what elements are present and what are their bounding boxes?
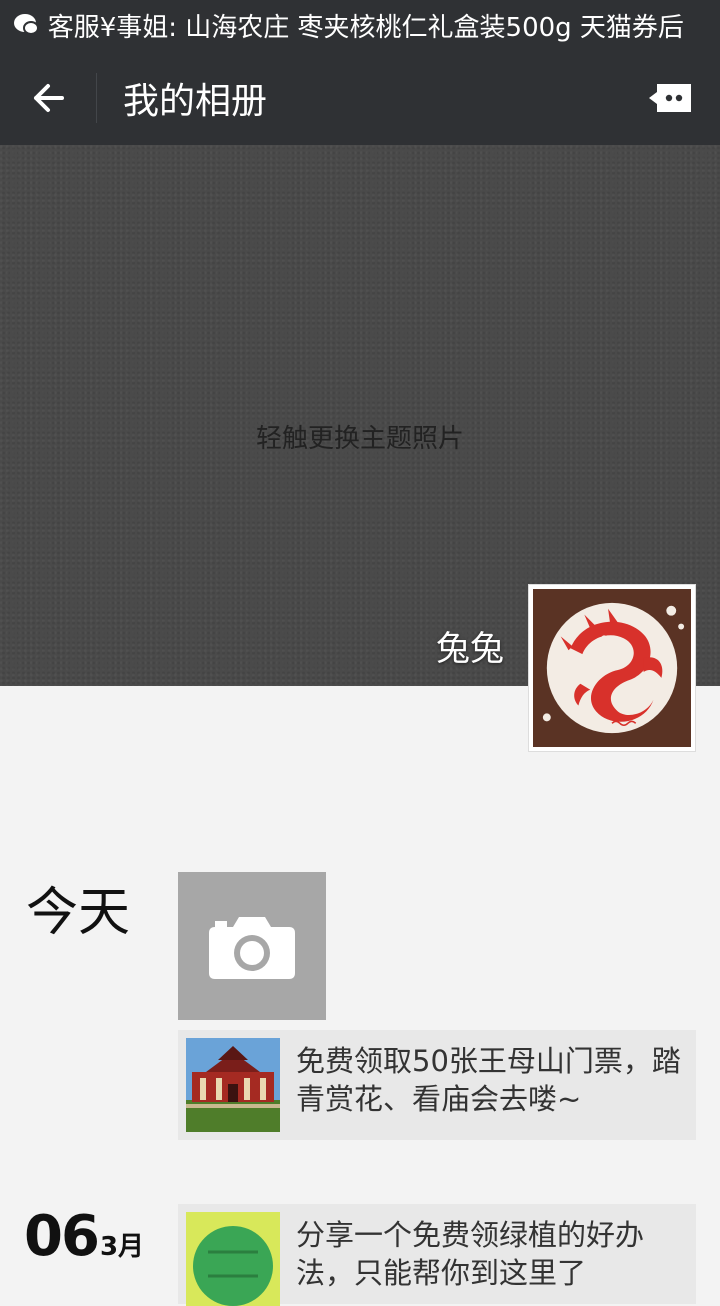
back-button[interactable] xyxy=(0,50,96,145)
app-bar: 我的相册 xyxy=(0,50,720,145)
change-cover-hint: 轻触更换主题照片 xyxy=(255,424,464,454)
page-title: 我的相册 xyxy=(123,80,268,122)
post-text: 免费领取50张王母山门票，踏青赏花、看庙会去喽~ xyxy=(296,1044,681,1116)
avatar-image xyxy=(533,589,691,747)
post-thumbnail xyxy=(186,1212,280,1306)
date-day: 06 xyxy=(24,1204,100,1269)
avatar[interactable] xyxy=(528,584,696,752)
post-text: 分享一个免费领绿植的好办法，只能帮你到这里了 xyxy=(296,1218,645,1290)
status-bar: 客服¥事姐: 山海农庄 枣夹核桃仁礼盒装500g 天猫券后 xyxy=(0,0,720,50)
user-nickname: 兔兔 xyxy=(436,629,504,669)
shared-link-post[interactable]: 分享一个免费领绿植的好办法，只能帮你到这里了 xyxy=(178,1204,696,1306)
notification-text: 客服¥事姐: 山海农庄 枣夹核桃仁礼盒装500g 天猫券后 xyxy=(47,12,684,43)
post-thumbnail xyxy=(186,1038,280,1132)
message-icon xyxy=(649,83,691,112)
camera-icon xyxy=(209,917,295,979)
arrow-left-icon xyxy=(34,83,64,112)
date-group-label: 06 3月 xyxy=(24,1204,144,1269)
wechat-icon xyxy=(14,12,40,38)
message-button[interactable] xyxy=(636,50,706,145)
dragon-logo-icon xyxy=(542,602,685,734)
shared-link-post[interactable]: 免费领取50张王母山门票，踏青赏花、看庙会去喽~ xyxy=(178,1030,696,1140)
date-today-label: 今天 xyxy=(26,883,131,943)
appbar-divider xyxy=(96,72,97,123)
date-month: 3月 xyxy=(99,1232,145,1262)
new-post-camera-button[interactable] xyxy=(178,872,326,1020)
